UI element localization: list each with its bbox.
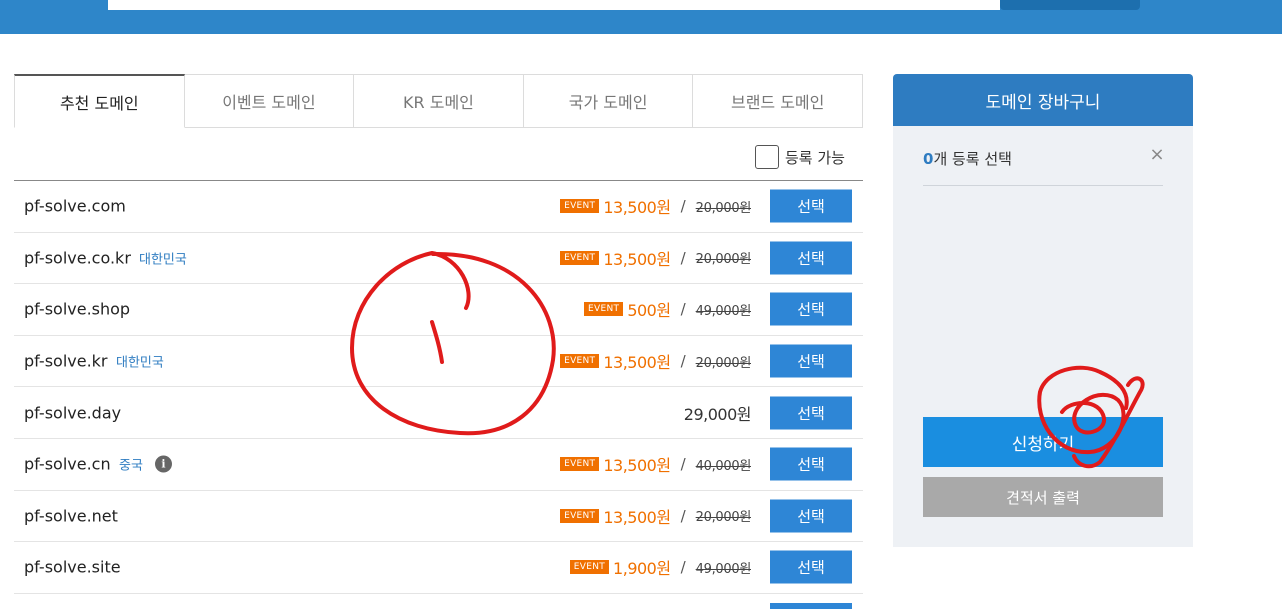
price-separator: / (680, 558, 686, 577)
tab-brand[interactable]: 브랜드 도메인 (693, 74, 863, 127)
price-separator: / (680, 455, 686, 474)
price-info: EVENT 13,500원 / 20,000원 (560, 504, 751, 528)
tab-event[interactable]: 이벤트 도메인 (184, 74, 355, 127)
domain-row: pf-solve.co.kr 대한민국 EVENT 13,500원 / 20,000원 선택 (14, 233, 863, 285)
tab-kr[interactable]: KR 도메인 (354, 74, 524, 127)
original-price: 20,000원 (695, 252, 752, 268)
cart-count-number: 0 (923, 150, 934, 168)
price-info: EVENT 13,500원 / 20,000원 (560, 349, 751, 373)
search-input[interactable] (108, 0, 1000, 10)
price-info: EVENT 13,500원 / 40,000원 (560, 452, 751, 476)
original-price: 49,000원 (695, 561, 752, 577)
sale-price: 13,500원 (603, 456, 671, 476)
domain-name: pf-solve.cn (24, 454, 111, 474)
price-separator: / (680, 300, 686, 319)
domain-list: pf-solve.com EVENT 13,500원/20,000원 선택 pf-sol… (14, 180, 863, 594)
original-price: 20,000원 (695, 510, 752, 526)
available-filter-label: 등록 가능 (785, 148, 845, 167)
select-button[interactable]: 선택 (770, 550, 852, 584)
select-button[interactable]: 선택 (770, 241, 852, 275)
cart-title: 도메인 장바구니 (893, 74, 1193, 126)
price-separator: / (680, 352, 686, 371)
sale-price: 1,900원 (613, 559, 671, 579)
price-info: EVENT 500원 / 49,000원 (584, 297, 751, 321)
sale-price: 13,500원 (603, 353, 671, 373)
select-button[interactable]: 선택 (770, 447, 852, 481)
price-separator: / (680, 197, 686, 216)
cart-count-label: 개 등록 선택 (933, 150, 1012, 168)
domain-name: pf-solve.co.kr (24, 248, 131, 268)
close-icon[interactable]: × (1148, 146, 1166, 164)
event-badge: EVENT (560, 250, 600, 265)
print-quote-button[interactable]: 견적서 출력 (923, 477, 1163, 517)
header-band (0, 0, 1282, 34)
domain-name: pf-solve.shop (24, 299, 131, 319)
regular-price: 29,000원 (683, 404, 752, 424)
select-button[interactable]: 선택 (770, 344, 852, 378)
original-price: 40,000원 (695, 458, 752, 474)
available-filter[interactable]: 등록 가능 (755, 145, 845, 169)
original-price: 49,000원 (695, 303, 752, 319)
cart-divider (923, 185, 1163, 186)
domain-row: pf-solve.net EVENT 13,500원 / 20,000원 선택 (14, 491, 863, 543)
country-label: 대한민국 (116, 355, 164, 371)
sale-price: 500원 (627, 301, 671, 321)
event-badge: EVENT (560, 354, 600, 369)
event-badge: EVENT (560, 508, 600, 523)
event-badge: EVENT (584, 302, 624, 317)
price-separator: / (680, 248, 686, 267)
sale-price: 13,500원 (603, 507, 671, 527)
country-label: 대한민국 (139, 252, 187, 268)
domain-tabs: 추천 도메인 이벤트 도메인 KR 도메인 국가 도메인 브랜드 도메인 (14, 74, 863, 128)
domain-row: pf-solve.cn 중국 i EVENT 13,500원 / 40,000원 선택 (14, 439, 863, 491)
sale-price: 13,500원 (603, 198, 671, 218)
cart-count: 0개 등록 선택 (923, 148, 1012, 169)
domain-row: pf-solve.shop EVENT 500원 / 49,000원 선택 (14, 284, 863, 336)
price-info: EVENT 13,500원 / 20,000원 (560, 194, 751, 218)
event-badge: EVENT (560, 199, 600, 214)
domain-row: pf-solve.com EVENT 13,500원 / 20,000원 선택 (14, 181, 863, 233)
apply-button[interactable]: 신청하기 (923, 417, 1163, 467)
original-price: 20,000원 (695, 200, 752, 216)
domain-name: pf-solve.net (24, 506, 118, 526)
tab-country[interactable]: 국가 도메인 (523, 74, 694, 127)
domain-name: pf-solve.com (24, 196, 126, 216)
original-price: 20,000원 (695, 355, 752, 371)
price-info: EVENT 13,500원 / 20,000원 (560, 246, 751, 270)
select-button-partial[interactable] (770, 603, 852, 609)
price-info: EVENT 1,900원 / 49,000원 (569, 555, 752, 579)
domain-name: pf-solve.kr (24, 351, 108, 371)
event-badge: EVENT (560, 457, 600, 472)
select-button[interactable]: 선택 (770, 189, 852, 223)
tab-recommended[interactable]: 추천 도메인 (14, 74, 185, 128)
domain-row: pf-solve.kr 대한민국 EVENT 13,500원 / 20,000원 선택 (14, 336, 863, 388)
price-info: 29,000원 (683, 401, 752, 425)
select-button[interactable]: 선택 (770, 499, 852, 533)
price-separator: / (680, 506, 686, 525)
domain-row: pf-solve.day 29,000원 선택 (14, 387, 863, 439)
domain-cart: 도메인 장바구니 0개 등록 선택 × 신청하기 견적서 출력 (893, 74, 1193, 547)
sale-price: 13,500원 (603, 249, 671, 269)
domain-name: pf-solve.day (24, 403, 122, 423)
select-button[interactable]: 선택 (770, 292, 852, 326)
info-icon[interactable]: i (155, 455, 172, 473)
search-button[interactable] (1000, 0, 1140, 10)
domain-name: pf-solve.site (24, 557, 121, 577)
event-badge: EVENT (569, 560, 610, 575)
country-label: 중국 (119, 458, 143, 474)
select-button[interactable]: 선택 (770, 396, 852, 430)
domain-row: pf-solve.site EVENT 1,900원 / 49,000원 선택 (14, 542, 863, 594)
available-checkbox[interactable] (755, 145, 779, 169)
